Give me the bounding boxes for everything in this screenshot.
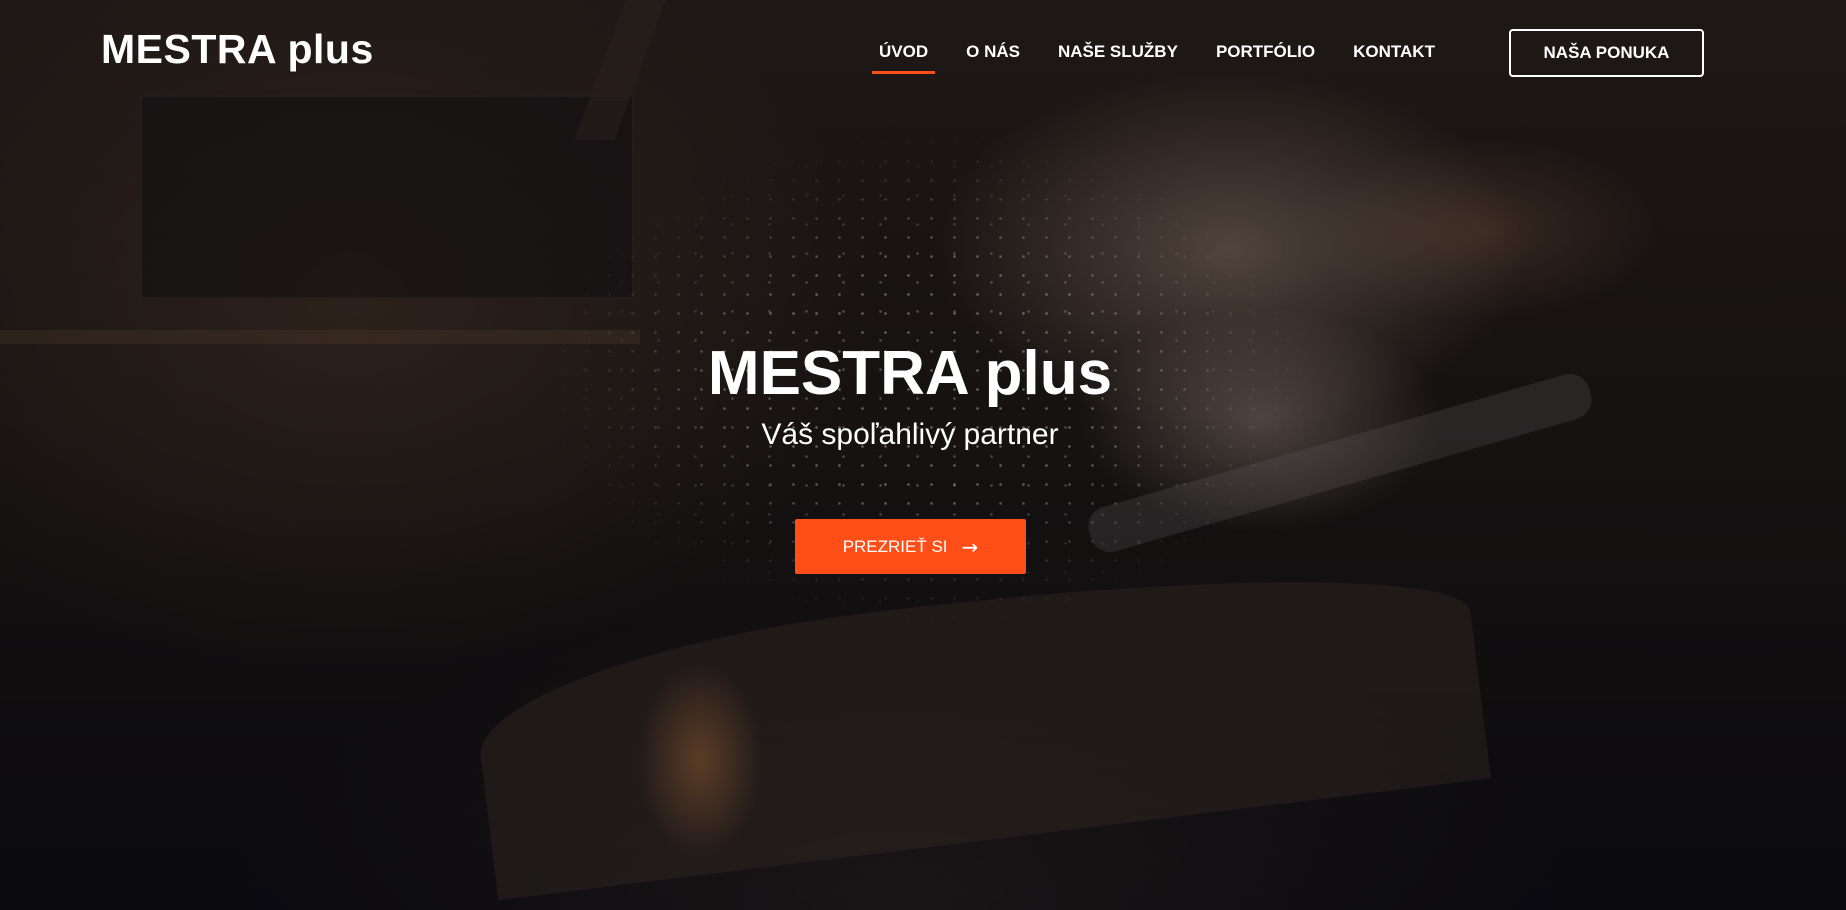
hero-subtitle: Váš spoľahlivý partner	[761, 418, 1059, 451]
hero-overlay	[0, 0, 1846, 910]
nav-item-kontakt[interactable]: KONTAKT	[1334, 42, 1454, 62]
nav-item-o-nas[interactable]: O NÁS	[947, 42, 1039, 62]
offer-button-label: NAŠA PONUKA	[1543, 43, 1670, 62]
nav-item-portfolio[interactable]: PORTFÓLIO	[1197, 42, 1334, 62]
view-button-label: PREZRIEŤ SI	[842, 536, 948, 556]
view-button[interactable]: PREZRIEŤ SI →	[795, 519, 1026, 574]
nav-item-uvod[interactable]: ÚVOD	[860, 42, 947, 74]
site-logo[interactable]: MESTRA plus	[101, 26, 374, 73]
hero-title: MESTRA plus	[707, 339, 1113, 408]
hero-section: MESTRA plus ÚVOD O NÁS NAŠE SLUŽBY PORTF…	[0, 0, 1846, 910]
offer-button[interactable]: NAŠA PONUKA	[1509, 29, 1704, 77]
nav-item-nase-sluzby[interactable]: NAŠE SLUŽBY	[1039, 42, 1197, 62]
main-nav: ÚVOD O NÁS NAŠE SLUŽBY PORTFÓLIO KONTAKT	[860, 42, 1454, 74]
arrow-right-icon: →	[961, 534, 979, 559]
